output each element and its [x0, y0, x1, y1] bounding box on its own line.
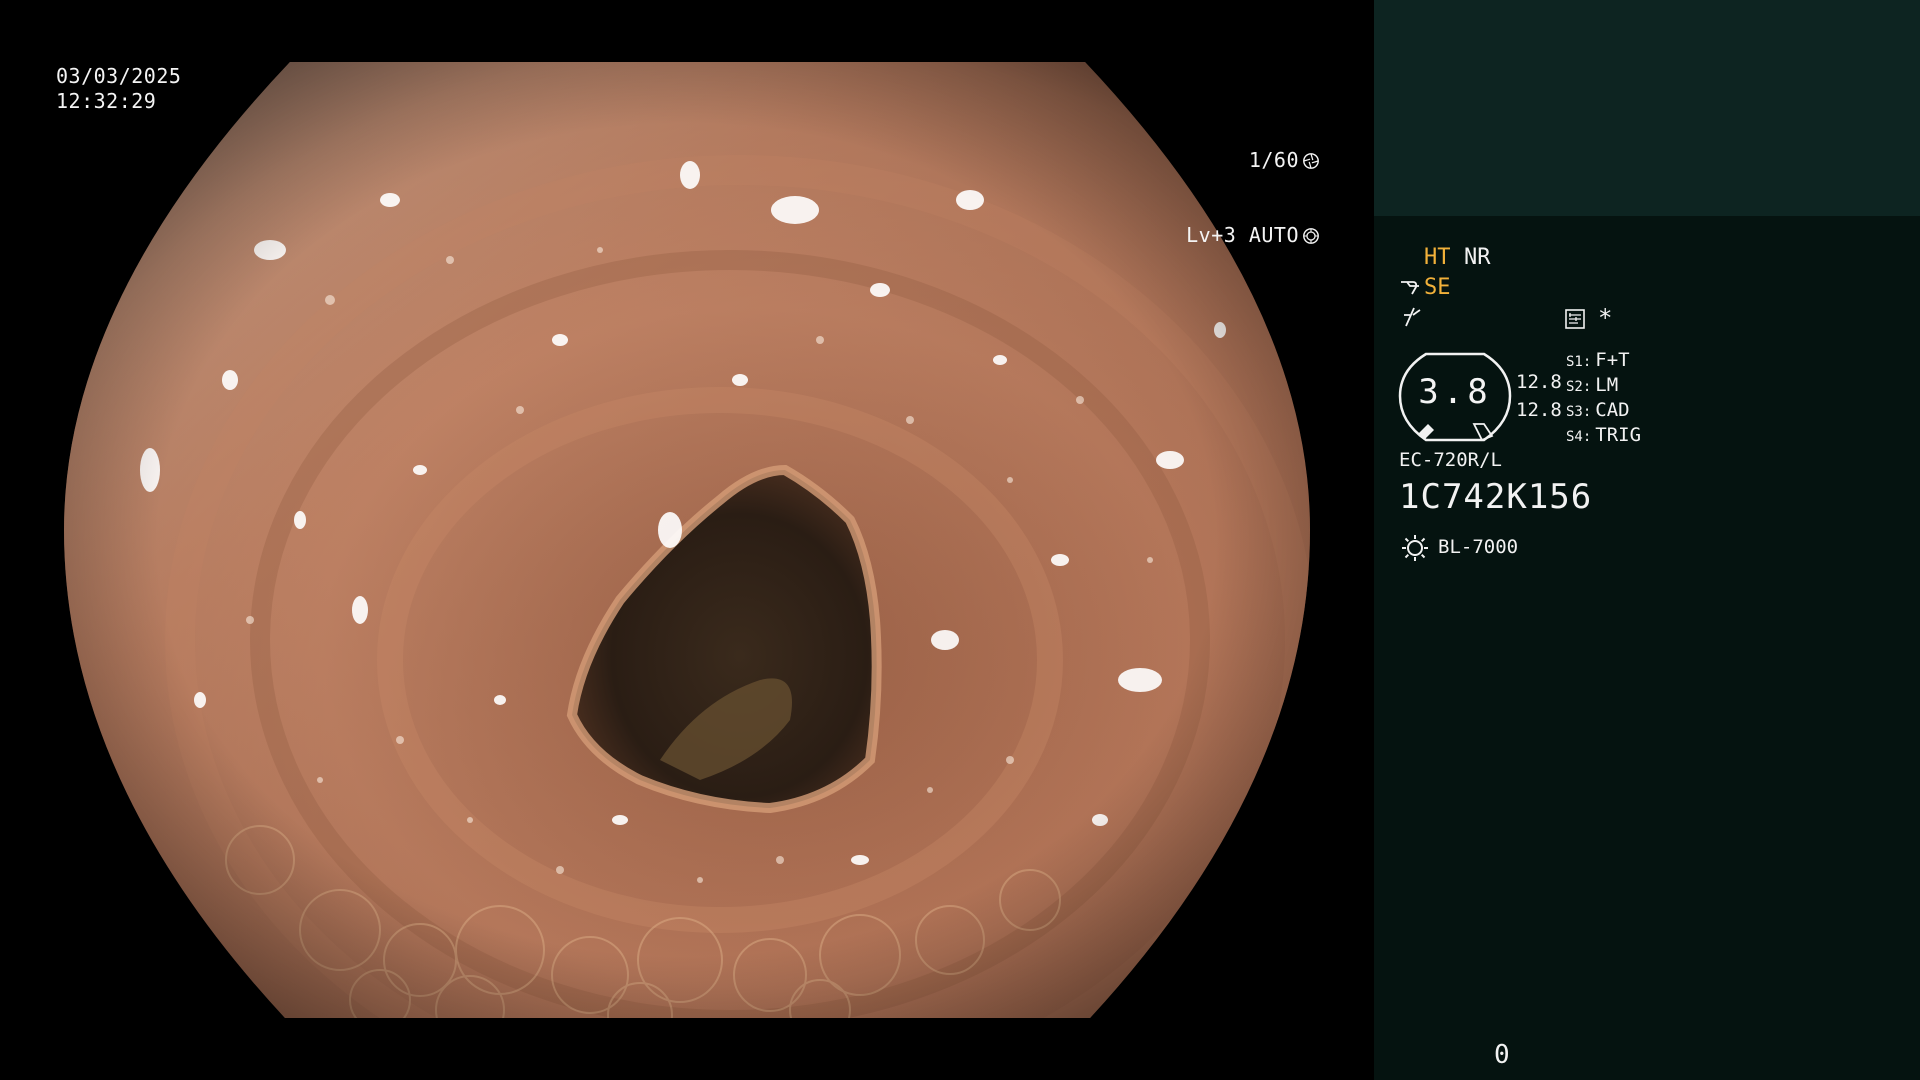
- switch-row-s2: S2: LM: [1566, 373, 1618, 399]
- aperture-icon: [1303, 152, 1319, 169]
- freeze-icon: [1404, 307, 1421, 327]
- shutter-row: 1/60: [1160, 148, 1320, 173]
- endoscope-view: 03/03/2025 12:32:29 1/60 Lv+3 AUTO: [0, 0, 1373, 1080]
- light-source-model: BL-7000: [1438, 536, 1519, 558]
- asterisk-marker: *: [1598, 304, 1613, 332]
- switch-key: S4:: [1566, 429, 1592, 445]
- scope-serial: 1C742K156: [1399, 477, 1593, 517]
- thumbnail-area: [1374, 0, 1920, 216]
- switch-value: F+T: [1595, 349, 1630, 371]
- level-text: Lv+3 AUTO: [1186, 223, 1299, 247]
- structure-enhance-icon: [1401, 281, 1419, 295]
- endoscopy-monitor: 03/03/2025 12:32:29 1/60 Lv+3 AUTO HT NR…: [0, 0, 1920, 1080]
- date-text: 03/03/2025: [56, 64, 182, 88]
- switch-key: S2:: [1566, 379, 1592, 395]
- level-row: Lv+3 AUTO: [1160, 223, 1320, 248]
- gauge-reading-b: 12.8: [1516, 399, 1562, 421]
- switch-row-s4: S4: TRIG: [1566, 423, 1641, 449]
- gauge-value: 3.8: [1418, 372, 1492, 412]
- nr-indicator: NR: [1464, 245, 1491, 270]
- memo-icon: [1565, 309, 1585, 329]
- switch-key: S3:: [1566, 404, 1592, 420]
- scope-model: EC-720R/L: [1399, 449, 1502, 471]
- switch-row-s3: S3: CAD: [1566, 398, 1630, 424]
- ht-indicator: HT: [1424, 245, 1451, 270]
- info-panel: HT NR SE * 3.8 12.8 12.8 S1: F+T S2: LM: [1374, 0, 1920, 1080]
- switch-row-s1: S1: F+T: [1566, 348, 1630, 374]
- switch-value: TRIG: [1595, 424, 1642, 446]
- image-counter: 0: [1494, 1040, 1510, 1070]
- switch-key: S1:: [1566, 354, 1592, 370]
- exposure-readout: 1/60 Lv+3 AUTO: [1160, 98, 1320, 298]
- switch-value: CAD: [1595, 399, 1630, 421]
- light-source-icon: [1402, 535, 1428, 561]
- shutter-text: 1/60: [1248, 148, 1299, 172]
- time-text: 12:32:29: [56, 89, 157, 113]
- date-time-readout: 03/03/2025 12:32:29: [56, 64, 181, 114]
- switch-value: LM: [1595, 374, 1619, 396]
- gauge-reading-a: 12.8: [1516, 371, 1562, 393]
- iris-icon: [1303, 227, 1319, 244]
- se-indicator: SE: [1424, 275, 1451, 300]
